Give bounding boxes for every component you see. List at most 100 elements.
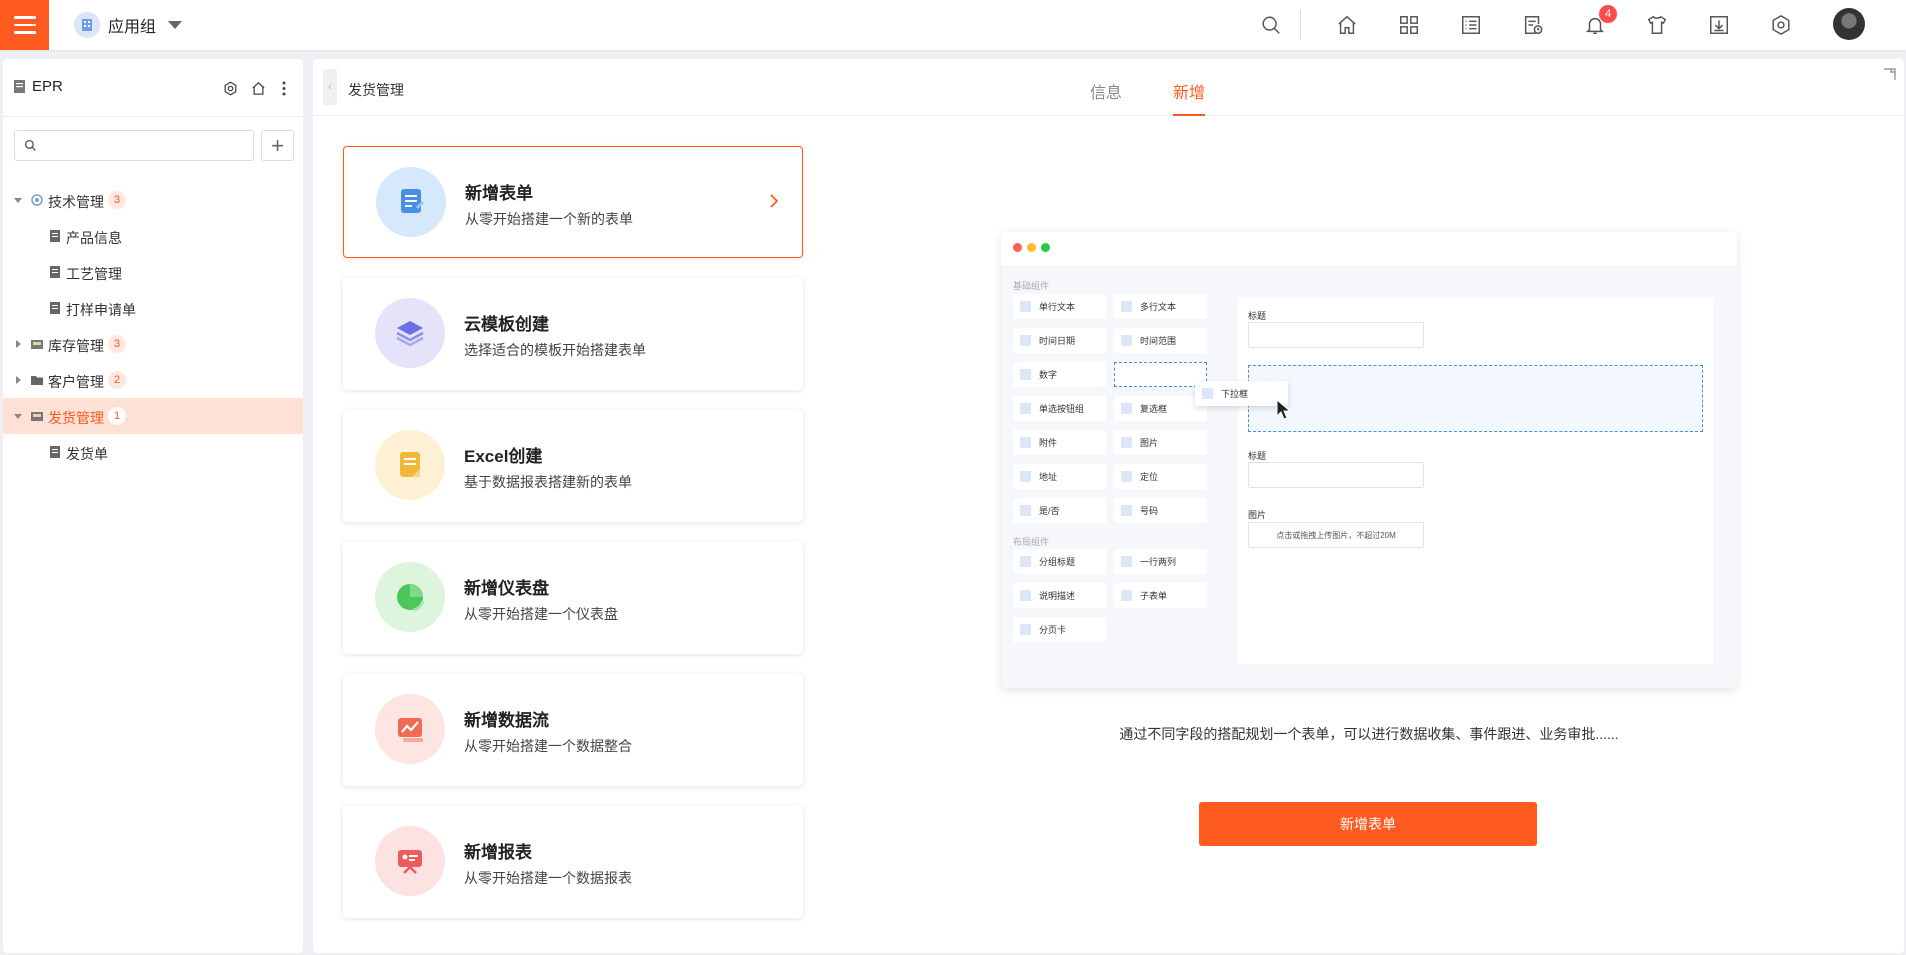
- app-group-selector[interactable]: 应用组: [74, 9, 183, 41]
- card-description: 从零开始搭建一个新的表单: [465, 211, 633, 227]
- preview-body: 基础组件 单行文本 多行文本 时间日期 时间范围 数字 单选按钮组 复选框 附件…: [1001, 265, 1737, 688]
- field-label: 标题: [1248, 311, 1267, 321]
- expand-arrow-icon[interactable]: [14, 198, 22, 203]
- tree-node-label: 打样申请单: [66, 302, 136, 318]
- folder-icon: [31, 340, 43, 349]
- component-item: 单选按钮组: [1013, 396, 1106, 421]
- field-input-preview: [1248, 322, 1424, 348]
- sidebar-home-icon[interactable]: [249, 79, 267, 97]
- layout-components-heading: 布局组件: [1013, 537, 1050, 547]
- card-description: 从零开始搭建一个数据报表: [464, 870, 632, 886]
- task-list-icon[interactable]: [1457, 11, 1485, 39]
- component-item: 时间日期: [1013, 328, 1106, 353]
- fullscreen-corner-icon[interactable]: [1883, 67, 1897, 81]
- navigation-tree: 技术管理 3 产品信息 工艺管理 打样申请单 库存管理 3 客户管理 2 发货管…: [3, 182, 303, 470]
- card-title: Excel创建: [464, 447, 543, 466]
- doc-icon: [50, 266, 60, 278]
- card-new-dataflow[interactable]: 新增数据流 从零开始搭建一个数据整合: [343, 674, 803, 786]
- gear-icon: [31, 194, 43, 206]
- card-new-dashboard[interactable]: 新增仪表盘 从零开始搭建一个仪表盘: [343, 542, 803, 654]
- download-icon[interactable]: [1705, 11, 1733, 39]
- settings-gear-icon[interactable]: [1767, 11, 1795, 39]
- component-item: 定位: [1114, 464, 1207, 489]
- chevron-right-icon: [770, 194, 779, 208]
- main-header: ‹ 发货管理 信息 新增: [313, 59, 1904, 116]
- component-item: 图片: [1114, 430, 1207, 455]
- tree-node-process-management[interactable]: 工艺管理: [3, 254, 303, 290]
- expand-arrow-icon[interactable]: [16, 340, 21, 348]
- count-badge: 1: [108, 407, 126, 425]
- toolbar-divider: [1300, 10, 1301, 40]
- tree-node-label: 客户管理: [48, 374, 104, 390]
- sidebar-settings-icon[interactable]: [221, 79, 239, 97]
- cursor-arrow-icon: [1276, 398, 1292, 420]
- user-avatar[interactable]: [1833, 8, 1865, 40]
- card-new-report[interactable]: 新增报表 从零开始搭建一个数据报表: [343, 806, 803, 918]
- card-excel-create[interactable]: Excel创建 基于数据报表搭建新的表单: [343, 410, 803, 522]
- bell-icon[interactable]: 4: [1581, 5, 1617, 39]
- drop-zone: [1248, 365, 1703, 432]
- component-item: 地址: [1013, 464, 1106, 489]
- collapse-sidebar-button[interactable]: ‹: [323, 69, 337, 105]
- field-label: 标题: [1248, 451, 1267, 461]
- tree-node-tech-management[interactable]: 技术管理 3: [3, 182, 303, 218]
- tree-node-label: 发货管理: [48, 410, 104, 426]
- history-doc-icon[interactable]: [1519, 11, 1547, 39]
- search-icon[interactable]: [1257, 11, 1285, 39]
- tab-new[interactable]: 新增: [1173, 79, 1206, 116]
- empty-slot-placeholder: [1114, 362, 1207, 387]
- window-minimize-dot: [1027, 243, 1036, 252]
- count-badge: 2: [108, 371, 126, 389]
- basic-components-heading: 基础组件: [1013, 281, 1050, 291]
- chevron-down-icon: [168, 21, 183, 29]
- report-icon: [375, 826, 445, 896]
- search-icon: [24, 139, 36, 151]
- sidebar-more-icon[interactable]: [275, 79, 293, 97]
- form-canvas: 标题 标题 图片 点击或拖拽上传图片，不超过20M: [1238, 298, 1713, 664]
- card-cloud-template[interactable]: 云模板创建 选择适合的模板开始搭建表单: [343, 278, 803, 390]
- tree-node-inventory-management[interactable]: 库存管理 3: [3, 326, 303, 362]
- expand-arrow-icon[interactable]: [16, 376, 21, 384]
- component-item: 数字: [1013, 362, 1106, 387]
- home-icon[interactable]: [1333, 11, 1361, 39]
- hamburger-menu-button[interactable]: [0, 0, 49, 50]
- new-form-button[interactable]: 新增表单: [1199, 802, 1537, 846]
- excel-icon: [375, 430, 445, 500]
- add-item-button[interactable]: +: [261, 130, 294, 161]
- tree-node-shipping-management[interactable]: 发货管理 1: [3, 398, 303, 434]
- component-item: 子表单: [1114, 583, 1207, 608]
- skin-shirt-icon[interactable]: [1643, 11, 1671, 39]
- dashboard-icon: [375, 562, 445, 632]
- tree-node-label: 产品信息: [66, 230, 122, 246]
- card-title: 新增表单: [465, 184, 533, 203]
- tree-node-customer-management[interactable]: 客户管理 2: [3, 362, 303, 398]
- breadcrumb: 发货管理: [348, 82, 404, 98]
- card-new-form[interactable]: 新增表单 从零开始搭建一个新的表单: [343, 146, 803, 258]
- card-title: 新增报表: [464, 843, 532, 862]
- field-label: 图片: [1248, 510, 1267, 520]
- sidebar-search-input[interactable]: [43, 134, 248, 157]
- preview-window-bar: [1001, 232, 1737, 265]
- sidebar-search: [14, 130, 254, 161]
- folder-icon: [31, 376, 43, 385]
- card-description: 从零开始搭建一个仪表盘: [464, 606, 618, 622]
- component-item: 分页卡: [1013, 617, 1106, 642]
- window-maximize-dot: [1041, 243, 1050, 252]
- card-description: 选择适合的模板开始搭建表单: [464, 342, 646, 358]
- count-badge: 3: [108, 335, 126, 353]
- component-item: 附件: [1013, 430, 1106, 455]
- tab-info[interactable]: 信息: [1090, 79, 1122, 116]
- apps-grid-icon[interactable]: [1395, 11, 1423, 39]
- doc-icon: [50, 446, 60, 458]
- folder-icon: [31, 412, 43, 421]
- tree-node-label: 技术管理: [48, 194, 104, 210]
- tree-node-sample-request[interactable]: 打样申请单: [3, 290, 303, 326]
- tree-node-product-info[interactable]: 产品信息: [3, 218, 303, 254]
- layers-icon: [375, 298, 445, 368]
- sidebar-header: EPR: [3, 59, 303, 117]
- card-description: 从零开始搭建一个数据整合: [464, 738, 632, 754]
- count-badge: 3: [108, 191, 126, 209]
- component-item: 一行两列: [1114, 549, 1207, 574]
- expand-arrow-icon[interactable]: [14, 414, 22, 419]
- tree-node-shipping-order[interactable]: 发货单: [3, 434, 303, 470]
